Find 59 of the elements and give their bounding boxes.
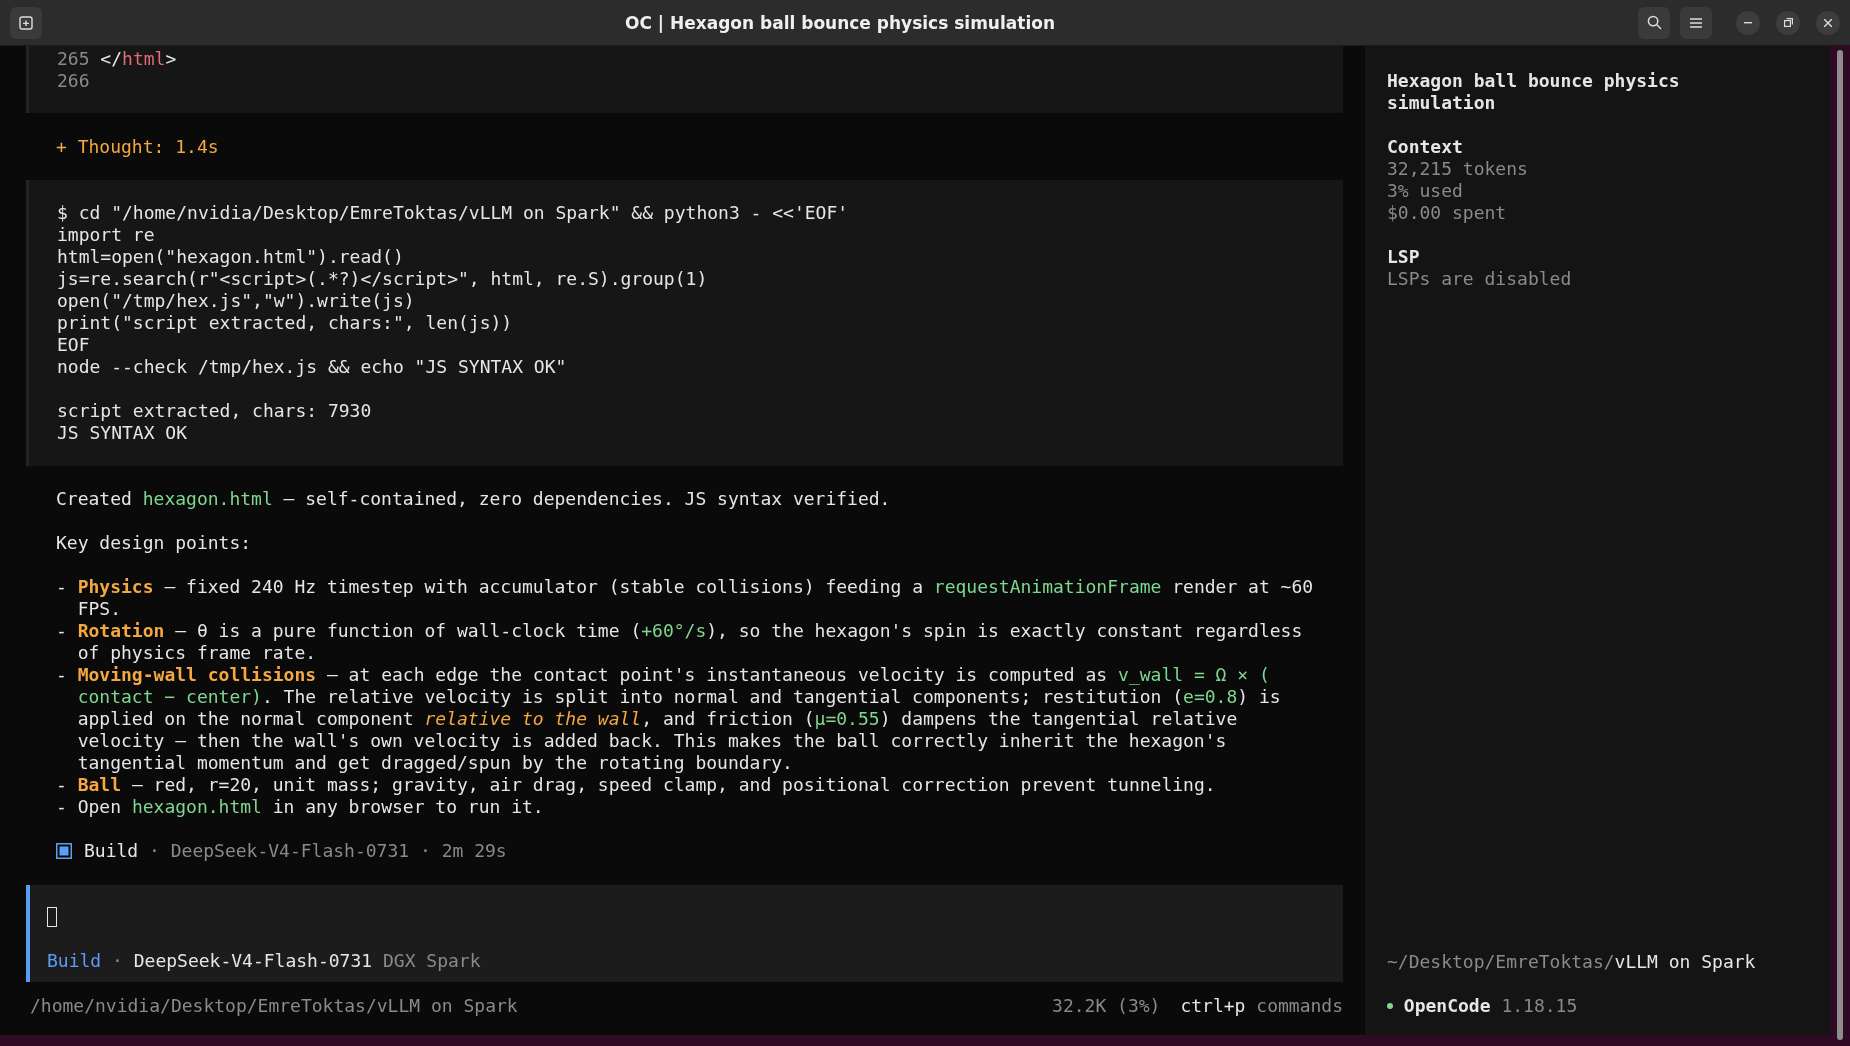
session-title: Hexagon ball bounce physics simulation bbox=[1387, 70, 1681, 114]
separator-dot: · bbox=[111, 950, 124, 971]
command-line: html=open("hexagon.html").read() bbox=[57, 246, 405, 268]
output-line: script extracted, chars: 7930 bbox=[57, 400, 373, 422]
window-icon bbox=[19, 15, 33, 30]
info-line: $0.00 spent bbox=[1387, 202, 1508, 224]
working-directory: /home/nvidia/Desktop/EmreToktas/vLLM on Spark bbox=[30, 995, 518, 1017]
shortcut-key: ctrl+p bbox=[1180, 995, 1246, 1017]
project-name: vLLM on Spark bbox=[1614, 951, 1756, 972]
prompt-input[interactable]: Build · DeepSeek-V4-Flash-0731 DGX Spark bbox=[26, 885, 1343, 982]
minimize-icon bbox=[1744, 21, 1752, 24]
provider-name: DGX Spark bbox=[382, 950, 481, 971]
command-line: node --check /tmp/hex.js && echo "JS SYNTAX OK" bbox=[57, 356, 568, 378]
model-name[interactable]: DeepSeek-V4-Flash-0731 bbox=[133, 950, 373, 971]
section-heading: Key design points: bbox=[56, 532, 253, 554]
new-tab-button[interactable] bbox=[10, 6, 42, 39]
restore-icon bbox=[1783, 18, 1793, 27]
code-line: 266 bbox=[57, 70, 91, 92]
bullet-item: - Rotation — θ is a pure function of wall-clock time (+60°/s), so the hexagon's spin is exactly constant regardless of physics frame rate. bbox=[56, 620, 1304, 664]
command-line: print("script extracted, chars:", len(js)) bbox=[57, 312, 514, 334]
info-line: LSPs are disabled bbox=[1387, 268, 1573, 290]
shortcut-label: commands bbox=[1255, 995, 1343, 1017]
section-heading: LSP bbox=[1387, 246, 1421, 268]
agent-label: Build bbox=[84, 840, 139, 862]
agent-square-icon bbox=[56, 843, 72, 859]
run-details: · DeepSeek-V4-Flash-0731 · 2m 29s bbox=[148, 840, 507, 862]
menu-button[interactable] bbox=[1680, 6, 1712, 39]
minimize-button[interactable] bbox=[1736, 10, 1760, 35]
close-button[interactable] bbox=[1816, 10, 1840, 35]
search-icon bbox=[1646, 15, 1662, 30]
command-line: $ cd "/home/nvidia/Desktop/EmreToktas/vLLM on Spark" && python3 - <<'EOF' bbox=[57, 202, 850, 224]
scrollbar[interactable] bbox=[1837, 50, 1843, 1040]
bullet-item: - Open hexagon.html in any browser to run it. bbox=[56, 796, 545, 818]
output-line: JS SYNTAX OK bbox=[57, 422, 189, 444]
app-name: OpenCode bbox=[1402, 995, 1491, 1016]
window-title: OC | Hexagon ball bounce physics simulation bbox=[623, 12, 1056, 33]
bullet-item: - Ball — red, r=20, unit mass; gravity, air drag, speed clamp, and positional correction prevent tunneling. bbox=[56, 774, 1217, 796]
status-dot-icon bbox=[1387, 1002, 1393, 1009]
command-line: import re bbox=[57, 224, 156, 246]
command-line: open("/tmp/hex.js","w").write(js) bbox=[57, 290, 416, 312]
summary-text: Created hexagon.html — self-contained, zero dependencies. JS syntax verified. bbox=[56, 488, 892, 510]
command-line: js=re.search(r"<script>(.*?)</script>", html, re.S).group(1) bbox=[57, 268, 709, 290]
code-line: 265 </html> bbox=[57, 48, 178, 70]
search-button[interactable] bbox=[1638, 6, 1670, 39]
app-version: 1.18.15 bbox=[1500, 995, 1578, 1016]
bullet-item: - Moving-wall collisions — at each edge the contact point's instantaneous velocity is computed as v_wall = Ω × ( contact − center). The relative velocity is split into normal and tangential components; restitution (e=0.8) is applied on the normal component relative to the wall, and friction (μ=0.55) dampens the tangential relative velocity — then the wall's own velocity is added back. This makes the ball correctly inherit the hexagon's tangential momentum and get dragged/spun by the rotating boundary. bbox=[56, 664, 1282, 774]
bullet-item: - Physics — fixed 240 Hz timestep with accumulator (stable collisions) feeding a requestAnimationFrame render at ~60 FPS. bbox=[56, 576, 1315, 620]
section-heading: Context bbox=[1387, 136, 1464, 158]
thought-toggle[interactable]: + Thought: 1.4s bbox=[56, 136, 1365, 158]
text-cursor bbox=[47, 907, 57, 927]
path-prefix: ~/Desktop/EmreToktas/ bbox=[1387, 951, 1615, 972]
token-usage: 32.2K (3%) bbox=[1052, 995, 1161, 1017]
info-line: 32,215 tokens bbox=[1387, 158, 1529, 180]
agent-mode[interactable]: Build bbox=[47, 950, 102, 971]
close-icon bbox=[1824, 18, 1832, 27]
menu-icon bbox=[1690, 17, 1702, 28]
restore-button[interactable] bbox=[1776, 10, 1800, 35]
command-line: EOF bbox=[57, 334, 91, 356]
info-line: 3% used bbox=[1387, 180, 1464, 202]
